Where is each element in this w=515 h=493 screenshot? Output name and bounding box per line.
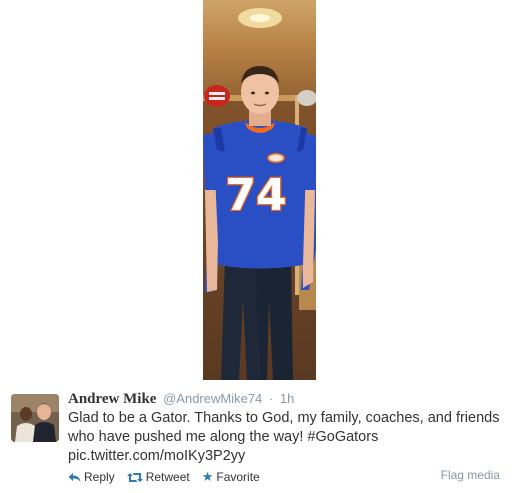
avatar-image [11, 394, 59, 442]
tweet-text-line: Glad to be a Gator. Thanks to God, my fa… [68, 410, 500, 426]
tweet-photo[interactable]: 74 [203, 0, 316, 380]
retweet-label: Retweet [145, 470, 190, 484]
tweet-timestamp[interactable]: 1h [280, 391, 294, 406]
star-icon: ★ [201, 469, 214, 484]
avatar[interactable] [11, 394, 59, 442]
jersey-number: 74 [225, 170, 286, 221]
reply-icon [68, 472, 81, 483]
reply-label: Reply [84, 470, 115, 484]
favorite-button[interactable]: ★ Favorite [201, 469, 260, 485]
retweet-icon [126, 472, 143, 483]
retweet-button[interactable]: Retweet [126, 470, 190, 484]
tweet-media-link[interactable]: pic.twitter.com/moIKy3P2yy [68, 447, 508, 466]
flag-media-link[interactable]: Flag media [441, 468, 500, 482]
player-photo-illustration: 74 [203, 8, 316, 380]
tweet-text: Glad to be a Gator. Thanks to God, my fa… [68, 409, 508, 466]
tweet-header: Andrew Mike @AndrewMike74 · 1h [68, 390, 294, 408]
user-fullname[interactable]: Andrew Mike [68, 391, 156, 407]
header-separator: · [268, 391, 274, 406]
favorite-label: Favorite [216, 470, 260, 484]
tweet-text-line: who have pushed me along the way! #GoGat… [68, 429, 379, 445]
tweet-actions: Reply Retweet ★ Favorite [68, 468, 272, 486]
reply-button[interactable]: Reply [68, 470, 115, 484]
user-screen-name[interactable]: @AndrewMike74 [163, 391, 262, 406]
